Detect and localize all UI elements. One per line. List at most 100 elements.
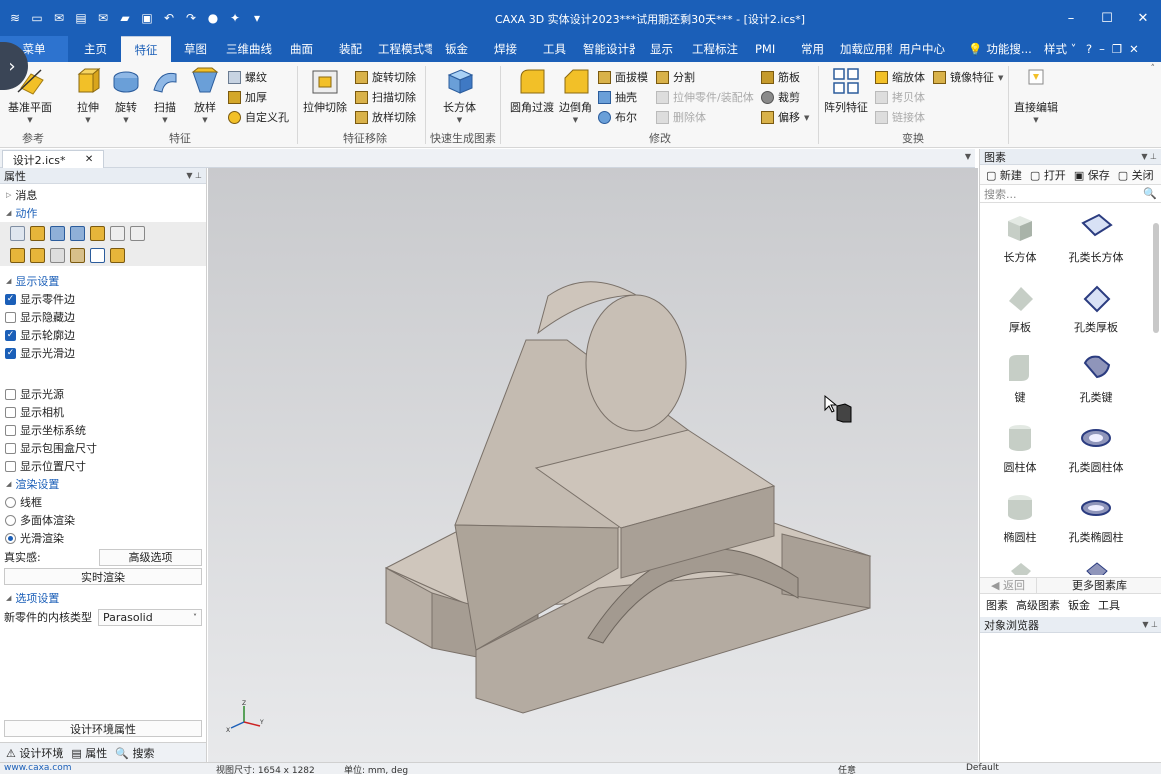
3d-model[interactable] bbox=[208, 168, 978, 762]
extrude-icon[interactable] bbox=[30, 225, 45, 241]
tab-addins[interactable]: 加载应用程序 bbox=[840, 36, 892, 62]
more-libraries-button[interactable]: 更多图素库 bbox=[1036, 578, 1161, 593]
checkbox-show-coordinate-system[interactable]: 显示坐标系统 bbox=[0, 421, 206, 439]
pattern-feature-button[interactable]: 阵列特征 bbox=[824, 66, 868, 115]
pattern-icon[interactable] bbox=[70, 247, 85, 263]
revolve-button[interactable]: 旋转 ▼ bbox=[111, 66, 141, 124]
tab-advanced-elements[interactable]: 高级图素 bbox=[1016, 597, 1060, 613]
back-button[interactable]: ◀ 返回 bbox=[980, 578, 1036, 593]
checkbox-show-hidden-edges[interactable]: 显示隐藏边 bbox=[0, 308, 206, 326]
sparkle-icon[interactable]: ✦ bbox=[226, 9, 244, 26]
scale-body-button[interactable]: 缩放体 bbox=[875, 69, 925, 85]
library-item-more-hole[interactable] bbox=[1046, 557, 1146, 575]
box-button[interactable]: 长方体 ▼ bbox=[443, 66, 476, 124]
loft-icon[interactable] bbox=[90, 225, 105, 241]
tab-design-environment[interactable]: ⚠ 设计环境 bbox=[6, 745, 63, 761]
chamfer-button[interactable]: 边倒角 ▼ bbox=[559, 66, 592, 124]
document-tab[interactable]: 设计2.ics* ✕ bbox=[2, 150, 104, 168]
tab-display[interactable]: 显示 bbox=[650, 36, 673, 62]
fillet-icon[interactable] bbox=[30, 247, 45, 263]
panel-menu-icon[interactable]: ▼ ⊥ bbox=[1141, 152, 1157, 161]
custom-hole-button[interactable]: 自定义孔 bbox=[228, 109, 289, 125]
tab-surface[interactable]: 曲面 bbox=[290, 36, 313, 62]
checkbox-show-part-edges[interactable]: ✓ 显示零件边 bbox=[0, 290, 206, 308]
loft-cut-button[interactable]: 放样切除 bbox=[355, 109, 416, 125]
sweep-button[interactable]: 扫描 ▼ bbox=[150, 66, 180, 124]
checkbox-show-bounding-box[interactable]: 显示包围盒尺寸 bbox=[0, 439, 206, 457]
3d-viewport[interactable]: Z X Y bbox=[208, 168, 978, 762]
offset-button[interactable]: 偏移 ▼ bbox=[761, 109, 809, 125]
configuration-select[interactable]: Default bbox=[966, 763, 999, 773]
close-library-button[interactable]: ▢ 关闭 bbox=[1118, 167, 1154, 183]
tab-sheet-metal[interactable]: 钣金 bbox=[445, 36, 468, 62]
library-item-hole-plate[interactable]: 孔类厚板 bbox=[1046, 281, 1146, 335]
tab-pmi[interactable]: PMI bbox=[755, 36, 775, 62]
shell-button[interactable]: 抽壳 bbox=[598, 89, 637, 105]
mirror-feature-button[interactable]: 镜像特征 ▼ bbox=[933, 69, 1003, 85]
message-section[interactable]: ▷ 消息 bbox=[0, 186, 206, 204]
trim-button[interactable]: 裁剪 bbox=[761, 89, 800, 105]
extrude-part-assembly-button[interactable]: 拉伸零件/装配体 bbox=[656, 89, 754, 105]
tab-user-center[interactable]: 用户中心 bbox=[899, 36, 945, 62]
library-item-hole-box[interactable]: 孔类长方体 bbox=[1046, 211, 1146, 265]
sweep-cut-button[interactable]: 扫描切除 bbox=[355, 89, 416, 105]
tab-feature[interactable]: 特征 bbox=[121, 36, 171, 62]
tab-weld[interactable]: 焊接 bbox=[494, 36, 517, 62]
image-icon[interactable] bbox=[130, 225, 145, 241]
tab-home[interactable]: 主页 bbox=[84, 36, 107, 62]
checkbox-show-camera[interactable]: 显示相机 bbox=[0, 403, 206, 421]
tab-annotation[interactable]: 工程标注 bbox=[692, 36, 738, 62]
library-item-hole-elliptic-cylinder[interactable]: 孔类椭圆柱 bbox=[1046, 491, 1146, 545]
revolve-icon[interactable] bbox=[50, 225, 65, 241]
sweep-icon[interactable] bbox=[70, 225, 85, 241]
extrude-button[interactable]: 拉伸 ▼ bbox=[73, 66, 103, 124]
tab-smart-design[interactable]: 智能设计器 bbox=[583, 36, 635, 62]
qat-dropdown-icon[interactable]: ▾ bbox=[248, 9, 266, 26]
email-icon[interactable]: ✉ bbox=[94, 9, 112, 26]
loft-button[interactable]: 放样 ▼ bbox=[190, 66, 220, 124]
ribbon-restore-icon[interactable]: ❐ bbox=[1112, 36, 1122, 62]
radio-wireframe[interactable]: 线框 bbox=[0, 493, 206, 511]
tab-3d-curve[interactable]: 三维曲线 bbox=[226, 36, 272, 62]
shell-icon[interactable] bbox=[50, 247, 65, 263]
help-icon[interactable]: ? bbox=[1086, 36, 1092, 62]
fillet-button[interactable]: 圆角过渡 bbox=[510, 66, 554, 115]
radio-smooth-render[interactable]: 光滑渲染 bbox=[0, 529, 206, 547]
function-search[interactable]: 💡 功能搜... bbox=[968, 36, 1032, 62]
checkbox-show-outline-edges[interactable]: ✓ 显示轮廓边 bbox=[0, 326, 206, 344]
axis-icon[interactable] bbox=[90, 247, 105, 263]
open-folder-icon[interactable]: ▰ bbox=[116, 9, 134, 26]
save-library-button[interactable]: ▣ 保存 bbox=[1074, 167, 1110, 183]
tab-common[interactable]: 常用 bbox=[801, 36, 824, 62]
style-menu[interactable]: 样式 ˅ bbox=[1044, 36, 1076, 62]
direct-edit-button[interactable]: 直接编辑 ▼ bbox=[1014, 66, 1058, 124]
extrude-cut-button[interactable]: 拉伸切除 bbox=[303, 66, 347, 115]
tab-engineering-mode[interactable]: 工程模式零 bbox=[378, 36, 432, 62]
boolean-button[interactable]: 布尔 bbox=[598, 109, 637, 125]
tab-properties[interactable]: ▤ 属性 bbox=[71, 745, 107, 761]
library-item-hole-key[interactable]: 孔类键 bbox=[1046, 351, 1146, 405]
ribbon-close-icon[interactable]: ✕ bbox=[1129, 36, 1139, 62]
tab-tool-elements[interactable]: 工具 bbox=[1098, 597, 1120, 613]
maximize-icon[interactable]: ☐ bbox=[1089, 0, 1125, 36]
tab-tools[interactable]: 工具 bbox=[543, 36, 566, 62]
realtime-render-button[interactable]: 实时渲染 bbox=[4, 568, 202, 585]
split-button[interactable]: 分割 bbox=[656, 69, 695, 85]
new-library-button[interactable]: ▢ 新建 bbox=[986, 167, 1022, 183]
display-settings-header[interactable]: ◢ 显示设置 bbox=[0, 272, 206, 290]
ribbon-minimize-icon[interactable]: – bbox=[1099, 36, 1105, 62]
link-body-button[interactable]: 链接体 bbox=[875, 109, 925, 125]
record-icon[interactable]: ● bbox=[204, 9, 222, 26]
thicken-button[interactable]: 加厚 bbox=[228, 89, 267, 105]
advanced-options-button[interactable]: 高级选项 bbox=[99, 548, 202, 566]
rib-button[interactable]: 筋板 bbox=[761, 69, 800, 85]
selection-filter-select[interactable]: 任意 bbox=[838, 763, 856, 776]
library-item-hole-cylinder[interactable]: 孔类圆柱体 bbox=[1046, 421, 1146, 475]
box-icon[interactable] bbox=[10, 247, 25, 263]
save-icon[interactable]: ▣ bbox=[138, 9, 156, 26]
design-environment-properties-button[interactable]: 设计环境属性 bbox=[4, 720, 202, 737]
close-tab-icon[interactable]: ✕ bbox=[85, 154, 93, 165]
panel-menu-icon[interactable]: ▼ ⊥ bbox=[1142, 620, 1158, 629]
library-search-input[interactable]: 搜索... 🔍 bbox=[980, 185, 1161, 203]
thread-button[interactable]: 螺纹 bbox=[228, 69, 267, 85]
